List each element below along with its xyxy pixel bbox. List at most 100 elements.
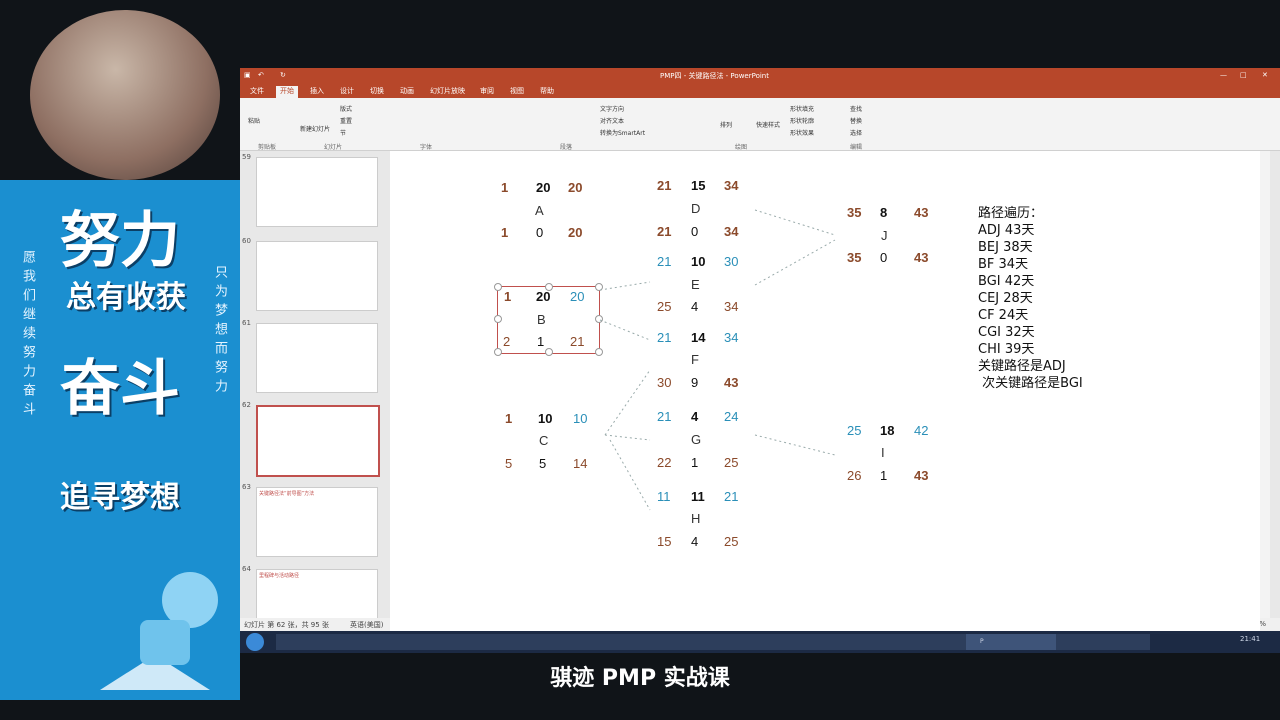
node-c-es: 1 [505,411,513,426]
taskbar-item[interactable] [1056,634,1150,650]
quick-styles-button[interactable]: 快速样式 [756,120,780,129]
taskbar-item[interactable] [792,634,886,650]
minimize-icon[interactable]: — [1220,71,1227,79]
path-title: 路径遍历： [978,206,1044,221]
thumb-number: 62 [242,401,251,409]
shape-outline-button[interactable]: 形状轮廓 [790,116,814,125]
language: 英语(美国) [350,621,384,629]
resize-handle[interactable] [494,283,502,291]
taskbar-item[interactable] [444,634,538,650]
align-text-button[interactable]: 对齐文本 [600,116,624,125]
ribbon-home: 粘贴 新建幻灯片 版式 重置 节 文字方向 对齐文本 转换为SmartArt 形… [240,98,1280,151]
slide-thumbnail-pane[interactable]: 59 60 61 62 63 关键路径法“前导图”方法 64 里程碑与活动路径 [240,151,390,631]
node-a-lf: 20 [568,225,583,240]
tab-review[interactable]: 审阅 [480,86,494,96]
window-title: PMP四 - 关键路径法 - PowerPoint [660,72,769,80]
reset-button[interactable]: 重置 [340,116,352,125]
node-j-tf: 0 [880,250,888,265]
node-a-dur: 20 [536,180,551,195]
redo-icon[interactable]: ↻ [280,71,286,79]
tab-home[interactable]: 开始 [276,86,298,98]
group-font: 字体 [420,144,433,151]
path-item: BEJ 38天 [978,240,1033,255]
group-editing: 编辑 [850,144,863,151]
tab-slideshow[interactable]: 幻灯片放映 [430,86,465,96]
thumb-number: 59 [242,153,251,161]
node-a-tf: 0 [536,225,544,240]
shape-effects-button[interactable]: 形状效果 [790,128,814,137]
node-h-lf: 25 [724,534,739,549]
section-button[interactable]: 节 [340,128,346,137]
start-button[interactable] [246,633,264,651]
slide-thumbnail[interactable] [256,157,378,227]
motivational-banner: 努力 总有收获 奋斗 追寻梦想 愿我们继续努力奋斗 只为梦想而努力 [0,180,240,700]
node-b-ef: 20 [570,289,585,304]
node-a-ef: 20 [568,180,583,195]
shape-fill-button[interactable]: 形状填充 [790,104,814,113]
node-h-tf: 4 [691,534,699,549]
convert-smartart-button[interactable]: 转换为SmartArt [600,128,645,137]
path-item: CHI 39天 [978,342,1035,357]
path-item: ADJ 43天 [978,223,1035,238]
thumb-number: 61 [242,319,251,327]
taskbar-item[interactable] [276,634,370,650]
group-drawing: 绘图 [735,144,748,151]
node-a-id: A [535,203,544,218]
tab-design[interactable]: 设计 [340,86,354,96]
tab-animations[interactable]: 动画 [400,86,414,96]
node-b-tf: 1 [537,334,545,349]
slide-thumbnail-selected[interactable] [256,405,380,477]
text-direction-button[interactable]: 文字方向 [600,104,624,113]
resize-handle[interactable] [494,315,502,323]
tab-file[interactable]: 文件 [250,86,264,96]
tab-help[interactable]: 帮助 [540,86,554,96]
video-caption: 骐迹 PMP 实战课 [550,666,730,691]
taskbar-item[interactable] [880,634,974,650]
thumb-number: 60 [242,237,251,245]
tab-transitions[interactable]: 切换 [370,86,384,96]
taskbar-item[interactable] [706,634,800,650]
slide-thumbnail[interactable]: 关键路径法“前导图”方法 [256,487,378,557]
node-i-dur: 18 [880,423,895,438]
save-icon[interactable]: ▣ [244,71,251,79]
slide-thumbnail[interactable] [256,323,378,393]
thumb-number: 64 [242,565,251,573]
banner-side-right: 只为梦想而努力 [212,265,227,398]
find-button[interactable]: 查找 [850,104,862,113]
node-b-id: B [537,312,546,327]
taskbar-item[interactable] [618,634,712,650]
taskbar-item[interactable] [530,634,624,650]
node-c-dur: 10 [538,411,553,426]
tab-insert[interactable]: 插入 [310,86,324,96]
vertical-scrollbar[interactable] [1270,151,1280,631]
presenter-head [30,10,220,180]
group-paragraph: 段落 [560,144,573,151]
resize-handle[interactable] [494,348,502,356]
node-j-dur: 8 [880,205,888,220]
new-slide-button[interactable]: 新建幻灯片 [300,124,330,133]
slide-info: 幻灯片 第 62 张，共 95 张 [244,621,329,629]
webcam-feed [0,0,240,180]
layout-button[interactable]: 版式 [340,104,352,113]
undo-icon[interactable]: ↶ [258,71,264,79]
clock: 21:41 [1240,635,1261,643]
title-bar: ▣ ↶ ↻ PMP四 - 关键路径法 - PowerPoint — □ ✕ [240,68,1280,84]
resize-handle[interactable] [545,348,553,356]
group-slides: 幻灯片 [324,144,343,151]
select-button[interactable]: 选择 [850,128,862,137]
close-icon[interactable]: ✕ [1262,71,1268,79]
slide-thumbnail[interactable] [256,241,378,311]
sub-critical-path: 次关键路径是BGI [978,376,1083,391]
taskbar-item[interactable] [362,634,450,650]
taskbar-item-powerpoint[interactable]: P [966,634,1064,650]
tab-view[interactable]: 视图 [510,86,524,96]
node-c-ef: 10 [573,411,588,426]
node-j-lf: 43 [914,250,929,265]
ribbon-tabs: 文件 开始 插入 设计 切换 动画 幻灯片放映 审阅 视图 帮助 [240,84,1280,98]
maximize-icon[interactable]: □ [1240,71,1247,79]
arrange-button[interactable]: 排列 [720,120,732,129]
path-item: BF 34天 [978,257,1029,272]
paste-button[interactable]: 粘贴 [248,116,260,125]
replace-button[interactable]: 替换 [850,116,862,125]
banner-line3: 奋斗 [60,354,180,424]
